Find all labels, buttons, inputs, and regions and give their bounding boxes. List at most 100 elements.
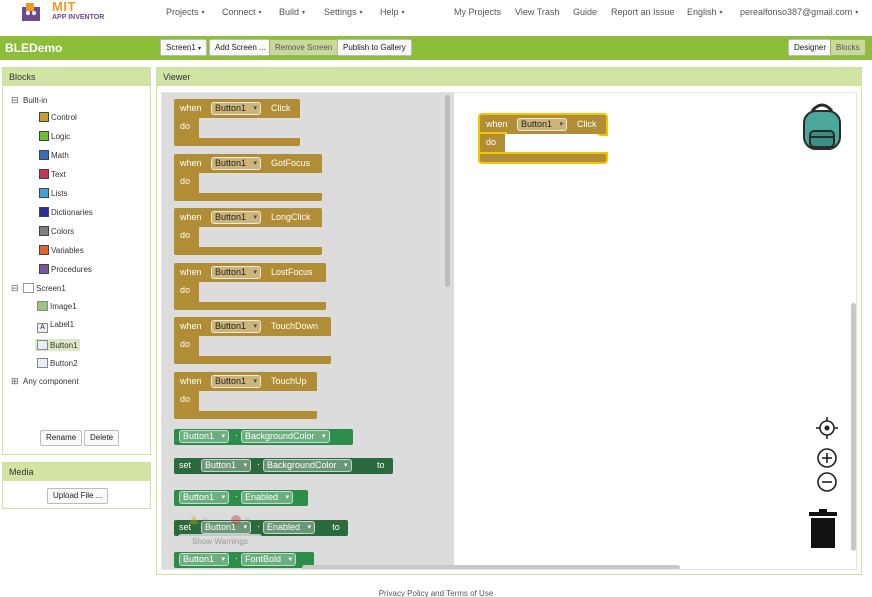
menu-projects[interactable]: Projects ▾	[166, 7, 205, 17]
link-my-projects[interactable]: My Projects	[454, 7, 501, 17]
zoom-out-icon[interactable]	[816, 471, 838, 493]
rename-button[interactable]: Rename	[40, 430, 83, 446]
component-dropdown[interactable]: Button1	[211, 265, 262, 279]
menu-language[interactable]: English ▾	[687, 7, 723, 17]
component-item-button2[interactable]: Button2	[37, 358, 78, 368]
top-navigation-bar: MIT APP INVENTOR Projects ▾ Connect ▾ Buil…	[0, 0, 872, 36]
link-view-trash[interactable]: View Trash	[515, 7, 559, 17]
menu-connect[interactable]: Connect ▾	[222, 7, 262, 17]
screen-select-button[interactable]: Screen1 ▾	[160, 39, 208, 56]
component-dropdown[interactable]: Button1	[179, 553, 230, 566]
menu-settings[interactable]: Settings ▾	[324, 7, 363, 17]
property-dropdown[interactable]: FontBold	[241, 553, 297, 566]
blocks-panel: Blocks ⊟ Built-in Control Logic Math Text Lis…	[2, 67, 151, 455]
tree-builtin[interactable]: ⊟ Built-in	[11, 95, 47, 106]
workspace-horizontal-scrollbar[interactable]	[302, 565, 680, 569]
getter-block-fontbold[interactable]: Button1.FontBold	[174, 552, 314, 568]
collapse-icon[interactable]: ⊟	[11, 95, 19, 106]
privacy-footer-link[interactable]: Privacy Policy and Terms of Use	[0, 584, 872, 597]
builtin-item-colors[interactable]: Colors	[39, 226, 74, 236]
when-label: when	[180, 212, 202, 222]
drawer-color-icon	[39, 150, 49, 160]
link-report-issue[interactable]: Report an Issue	[611, 7, 675, 17]
event-name: Click	[577, 119, 597, 129]
viewer-title: Viewer	[157, 68, 861, 86]
drawer-color-icon	[39, 112, 49, 122]
setter-block-backgroundcolor[interactable]: setButton1.BackgroundColorto	[174, 458, 393, 474]
remove-screen-button[interactable]: Remove Screen	[269, 39, 339, 56]
when-label: when	[180, 103, 202, 113]
logo-app-inventor-text: APP INVENTOR	[52, 14, 105, 21]
chevron-down-icon: ▾	[359, 10, 363, 16]
trash-icon[interactable]	[808, 509, 838, 549]
do-label: do	[180, 230, 191, 240]
component-item-image1[interactable]: Image1	[37, 301, 77, 311]
to-label: to	[332, 522, 340, 532]
zoom-in-icon[interactable]	[816, 447, 838, 469]
builtin-item-logic[interactable]: Logic	[39, 131, 70, 141]
add-screen-button[interactable]: Add Screen ...	[209, 39, 272, 56]
component-dropdown[interactable]: Button1	[211, 320, 262, 333]
component-dropdown[interactable]: Button1	[211, 211, 262, 224]
chevron-down-icon: ▾	[198, 46, 202, 52]
builtin-item-math[interactable]: Math	[39, 150, 69, 160]
blocks-button[interactable]: Blocks	[830, 39, 866, 56]
svg-text:0: 0	[245, 517, 250, 526]
recenter-icon[interactable]	[816, 417, 838, 439]
drawer-color-icon	[39, 169, 49, 179]
when-label: when	[486, 119, 508, 129]
upload-file-button[interactable]: Upload File ...	[47, 488, 109, 504]
link-guide[interactable]: Guide	[573, 7, 597, 17]
designer-button[interactable]: Designer	[788, 39, 833, 56]
builtin-item-text[interactable]: Text	[39, 169, 66, 179]
component-dropdown[interactable]: Button1	[211, 156, 262, 170]
component-dropdown[interactable]: Button1	[201, 459, 252, 472]
collapse-icon[interactable]: ⊟	[11, 283, 19, 294]
backpack-icon[interactable]	[798, 101, 846, 151]
app-inventor-logo[interactable]: MIT APP INVENTOR	[20, 0, 110, 27]
builtin-item-dictionaries[interactable]: Dictionaries	[39, 207, 93, 217]
when-label: when	[180, 375, 202, 386]
getter-block-backgroundcolor[interactable]: Button1.BackgroundColor	[174, 429, 353, 445]
property-dropdown[interactable]: BackgroundColor	[263, 459, 352, 472]
button-icon	[37, 358, 48, 368]
media-panel-title: Media	[3, 463, 150, 481]
flyout-scrollbar[interactable]	[445, 95, 450, 287]
delete-button[interactable]: Delete	[84, 430, 120, 446]
property-dropdown[interactable]: Enabled	[241, 491, 294, 504]
component-dropdown[interactable]: Button1	[179, 491, 230, 504]
show-warnings-button[interactable]: Show Warnings	[178, 534, 262, 550]
logo-cube-icon	[22, 3, 40, 21]
chevron-down-icon: ▾	[719, 10, 723, 16]
component-dropdown[interactable]: Button1	[179, 430, 230, 443]
menu-account[interactable]: perealfonso387@gmail.com ▾	[740, 7, 858, 17]
component-item-button1[interactable]: Button1	[35, 339, 80, 351]
menu-build[interactable]: Build ▾	[279, 7, 305, 17]
getter-block-enabled[interactable]: Button1.Enabled	[174, 490, 309, 506]
tree-any-component[interactable]: ⊞ Any component	[11, 376, 79, 387]
component-item-label1[interactable]: A Label1	[37, 320, 74, 333]
builtin-item-procedures[interactable]: Procedures	[39, 264, 92, 274]
do-label: do	[180, 284, 191, 295]
chevron-down-icon: ▾	[201, 10, 205, 16]
builtin-item-variables[interactable]: Variables	[39, 245, 84, 255]
component-dropdown[interactable]: Button1	[211, 102, 262, 115]
workspace-vertical-scrollbar[interactable]	[851, 303, 856, 551]
component-dropdown[interactable]: Button1	[517, 118, 568, 131]
drawer-color-icon	[39, 207, 49, 217]
property-dropdown[interactable]: Enabled	[263, 521, 316, 534]
publish-gallery-button[interactable]: Publish to Gallery	[337, 39, 412, 56]
blocks-flyout[interactable]: when Button1 Click do when Button1 GotFocus do w…	[162, 93, 454, 569]
expand-icon[interactable]: ⊞	[11, 376, 19, 387]
property-dropdown[interactable]: BackgroundColor	[241, 430, 330, 443]
builtin-item-control[interactable]: Control	[39, 112, 77, 122]
builtin-item-lists[interactable]: Lists	[39, 188, 67, 198]
component-dropdown[interactable]: Button1	[211, 374, 262, 388]
project-title: BLEDemo	[5, 41, 63, 55]
blocks-workspace[interactable]: when Button1 Click do when Button1 GotFocus do w…	[161, 92, 857, 570]
menu-help[interactable]: Help ▾	[380, 7, 405, 17]
tree-screen1[interactable]: ⊟ Screen1	[11, 283, 66, 294]
event-name: TouchUp	[271, 375, 307, 386]
drawer-color-icon	[39, 245, 49, 255]
drawer-color-icon	[39, 264, 49, 274]
